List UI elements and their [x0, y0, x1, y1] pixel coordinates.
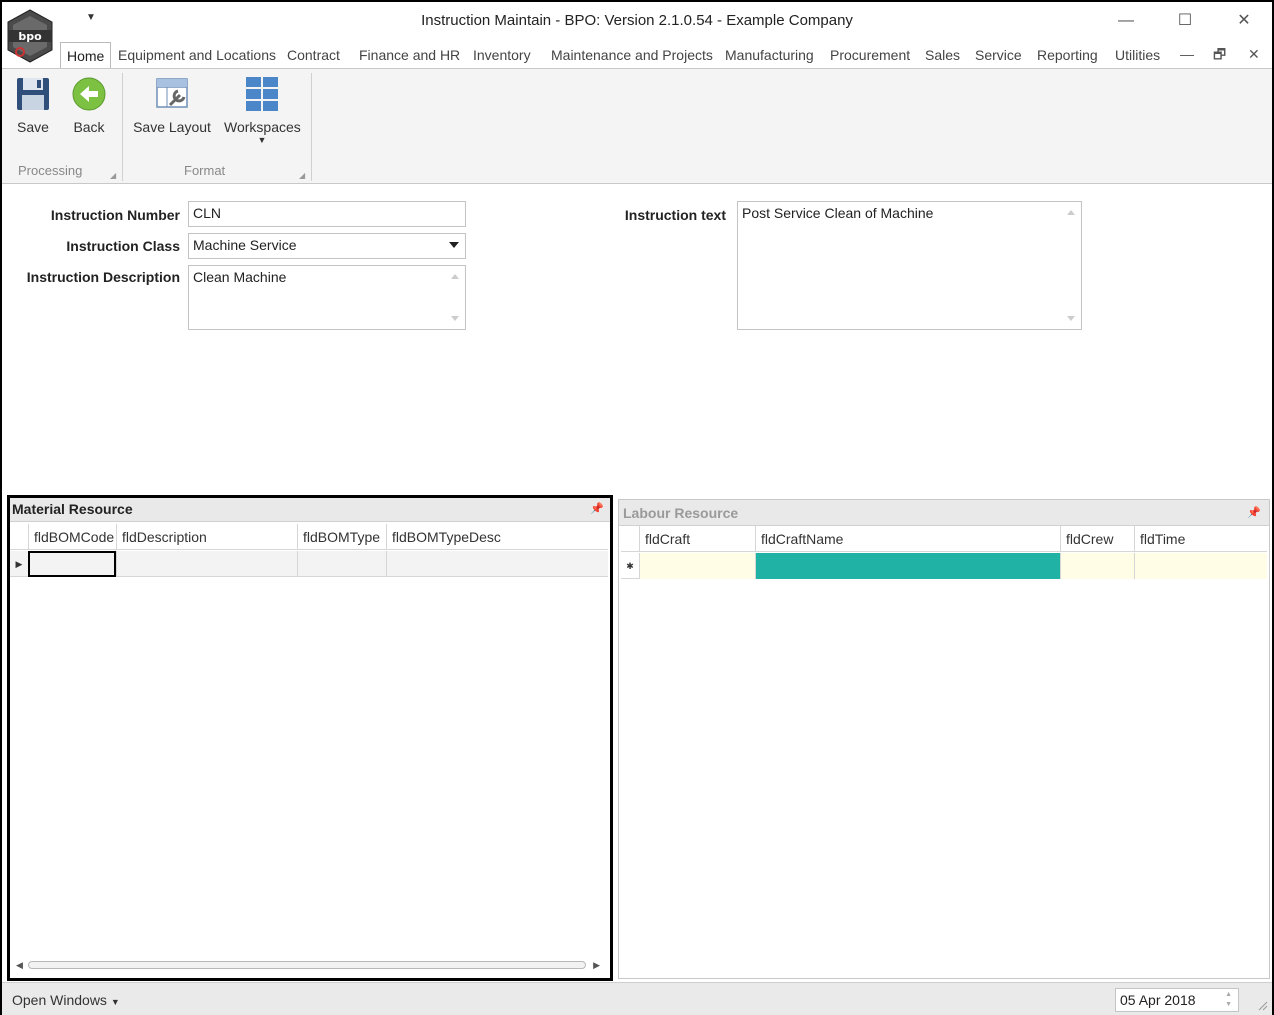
open-windows-button[interactable]: Open Windows ▼ — [12, 992, 120, 1008]
instruction-number-field[interactable]: CLN — [188, 201, 466, 227]
scroll-up-icon[interactable] — [451, 274, 459, 279]
ribbon-panel: Save Back Processing ◢ Save Layout Works… — [2, 68, 1272, 184]
logo-text: bpo — [18, 30, 42, 43]
instruction-class-dropdown[interactable]: Machine Service — [188, 233, 466, 259]
instruction-text-label: Instruction text — [624, 207, 726, 223]
maximize-button[interactable]: ☐ — [1165, 8, 1205, 34]
instruction-class-value: Machine Service — [193, 237, 297, 253]
craftname-cell[interactable] — [755, 553, 1060, 579]
window-title: Instruction Maintain - BPO: Version 2.1.… — [421, 12, 853, 29]
workspaces-label: Workspaces — [224, 119, 301, 135]
back-button[interactable]: Back — [68, 75, 110, 135]
processing-launcher-icon[interactable]: ◢ — [110, 171, 116, 180]
main-window: bpo ▼ Instruction Maintain - BPO: Versio… — [0, 0, 1274, 1015]
new-row[interactable]: ✱ — [621, 553, 1267, 579]
title-bar: bpo ▼ Instruction Maintain - BPO: Versio… — [2, 2, 1272, 63]
workspaces-dropdown-icon: ▼ — [257, 135, 267, 145]
scroll-down-icon[interactable] — [1067, 316, 1075, 321]
spin-down-icon[interactable]: ▼ — [1225, 1001, 1232, 1008]
time-cell[interactable] — [1134, 553, 1267, 579]
dropdown-arrow-icon[interactable] — [449, 242, 459, 248]
tab-service[interactable]: Service — [975, 42, 1022, 68]
instruction-number-label: Instruction Number — [50, 207, 180, 223]
tab-utilities[interactable]: Utilities — [1115, 42, 1160, 68]
selected-panel-outline — [7, 495, 613, 981]
labour-resource-title: Labour Resource — [623, 505, 739, 521]
save-button[interactable]: Save — [12, 75, 54, 135]
scroll-up-icon[interactable] — [1067, 210, 1075, 215]
floppy-disk-icon — [17, 78, 49, 110]
workspaces-button[interactable]: Workspaces ▼ — [224, 75, 301, 145]
layout-wrench-icon — [156, 78, 188, 108]
instruction-description-label: Instruction Description — [26, 269, 180, 285]
tab-reporting[interactable]: Reporting — [1037, 42, 1098, 68]
tab-procurement[interactable]: Procurement — [830, 42, 910, 68]
pin-icon[interactable]: 📌 — [1247, 500, 1261, 526]
tab-sales[interactable]: Sales — [925, 42, 960, 68]
resize-grip-icon[interactable] — [1256, 999, 1268, 1011]
back-arrow-icon — [72, 77, 106, 111]
column-header-craft[interactable]: fldCraft — [639, 526, 755, 552]
date-value: 05 Apr 2018 — [1120, 992, 1196, 1008]
instruction-description-field[interactable]: Clean Machine — [188, 265, 466, 330]
group-separator-2 — [311, 73, 312, 181]
new-row-marker-icon: ✱ — [626, 561, 634, 571]
instruction-description-value: Clean Machine — [193, 269, 287, 285]
status-bar: Open Windows ▼ 05 Apr 2018 ▲ ▼ — [2, 982, 1272, 1015]
save-layout-button[interactable]: Save Layout — [132, 75, 212, 135]
spin-up-icon[interactable]: ▲ — [1225, 991, 1232, 998]
save-label: Save — [17, 119, 49, 135]
workspaces-grid-icon — [246, 77, 278, 111]
chevron-down-icon: ▼ — [110, 997, 120, 1007]
date-spinner[interactable]: 05 Apr 2018 ▲ ▼ — [1115, 988, 1239, 1012]
bpo-logo-icon[interactable]: bpo — [4, 8, 56, 64]
crew-cell[interactable] — [1060, 553, 1134, 579]
instruction-class-label: Instruction Class — [66, 238, 180, 254]
back-label: Back — [73, 119, 105, 135]
tab-home[interactable]: Home — [60, 42, 112, 69]
tab-finance-and-hr[interactable]: Finance and HR — [359, 42, 460, 68]
save-layout-label: Save Layout — [133, 119, 211, 135]
format-group-label: Format — [184, 163, 226, 178]
minimize-button[interactable]: — — [1106, 8, 1146, 34]
labour-grid-header: fldCraft fldCraftName fldCrew fldTime — [621, 526, 1267, 552]
mdi-minimize-icon[interactable]: — — [1180, 42, 1194, 68]
tab-inventory[interactable]: Inventory — [473, 42, 531, 68]
column-header-craftname[interactable]: fldCraftName — [755, 526, 1060, 552]
ribbon-tabs: Home Equipment and Locations Contract Fi… — [2, 42, 1272, 69]
instruction-text-value: Post Service Clean of Machine — [742, 205, 934, 221]
labour-resource-header: Labour Resource 📌 — [619, 500, 1269, 526]
processing-group-label: Processing — [18, 163, 83, 178]
open-windows-label: Open Windows — [12, 992, 107, 1008]
tab-maintenance-and-projects[interactable]: Maintenance and Projects — [551, 42, 713, 68]
mdi-restore-icon[interactable]: 🗗 — [1213, 42, 1226, 68]
tab-contract[interactable]: Contract — [287, 42, 340, 68]
craft-cell[interactable] — [639, 553, 755, 579]
format-launcher-icon[interactable]: ◢ — [299, 171, 305, 180]
tab-manufacturing[interactable]: Manufacturing — [725, 42, 814, 68]
tab-equipment-and-locations[interactable]: Equipment and Locations — [118, 42, 276, 68]
mdi-close-icon[interactable]: ✕ — [1248, 42, 1260, 68]
group-separator — [122, 73, 123, 181]
instruction-text-field[interactable]: Post Service Clean of Machine — [737, 201, 1082, 330]
scroll-down-icon[interactable] — [451, 316, 459, 321]
close-button[interactable]: ✕ — [1224, 8, 1264, 34]
column-header-crew[interactable]: fldCrew — [1060, 526, 1134, 552]
labour-resource-panel: Labour Resource 📌 fldCraft fldCraftName … — [618, 499, 1270, 979]
column-header-time[interactable]: fldTime — [1134, 526, 1267, 552]
